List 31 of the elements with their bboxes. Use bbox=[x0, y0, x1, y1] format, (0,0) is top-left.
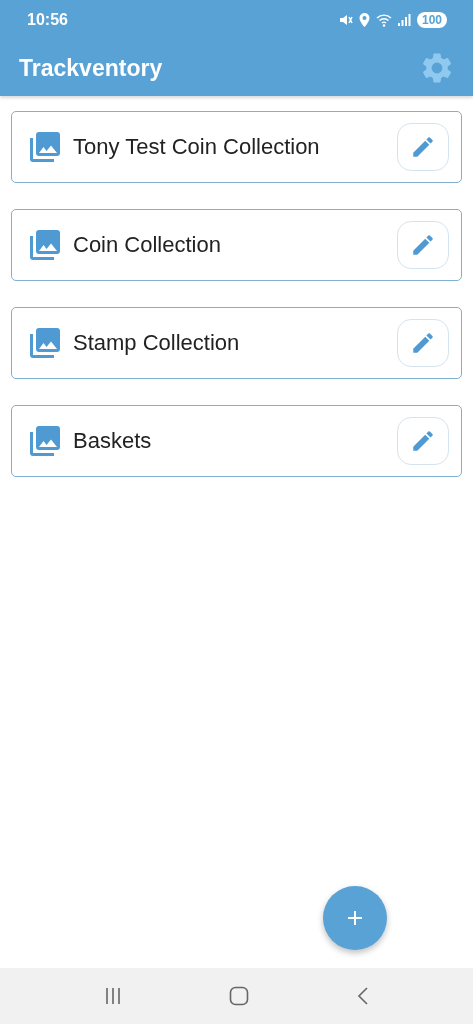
home-icon[interactable] bbox=[229, 986, 250, 1006]
collection-card[interactable]: Baskets bbox=[11, 405, 462, 477]
collection-card[interactable]: Stamp Collection bbox=[11, 307, 462, 379]
add-button[interactable] bbox=[323, 886, 387, 950]
collection-name: Tony Test Coin Collection bbox=[73, 134, 321, 160]
battery-level: 100 bbox=[416, 12, 447, 28]
collection-name: Stamp Collection bbox=[73, 330, 241, 356]
edit-button[interactable] bbox=[397, 221, 449, 269]
collection-card[interactable]: Coin Collection bbox=[11, 209, 462, 281]
mute-icon bbox=[338, 13, 353, 27]
app-title: Trackventory bbox=[19, 54, 164, 82]
back-icon[interactable] bbox=[355, 986, 370, 1006]
edit-button[interactable] bbox=[397, 417, 449, 465]
collection-name: Coin Collection bbox=[73, 232, 222, 258]
pencil-icon bbox=[410, 428, 436, 454]
signal-icon bbox=[397, 14, 411, 26]
photo-library-icon bbox=[27, 227, 63, 263]
edit-button[interactable] bbox=[397, 319, 449, 367]
pencil-icon bbox=[410, 232, 436, 258]
photo-library-icon bbox=[27, 325, 63, 361]
photo-library-icon bbox=[27, 423, 63, 459]
pencil-icon bbox=[410, 134, 436, 160]
collection-card[interactable]: Tony Test Coin Collection bbox=[11, 111, 462, 183]
status-time: 10:56 bbox=[27, 11, 68, 29]
pencil-icon bbox=[410, 330, 436, 356]
wifi-icon bbox=[375, 13, 392, 27]
photo-library-icon bbox=[27, 129, 63, 165]
collection-name: Baskets bbox=[73, 428, 153, 454]
plus-icon bbox=[347, 910, 363, 926]
location-icon bbox=[358, 13, 370, 27]
edit-button[interactable] bbox=[397, 123, 449, 171]
